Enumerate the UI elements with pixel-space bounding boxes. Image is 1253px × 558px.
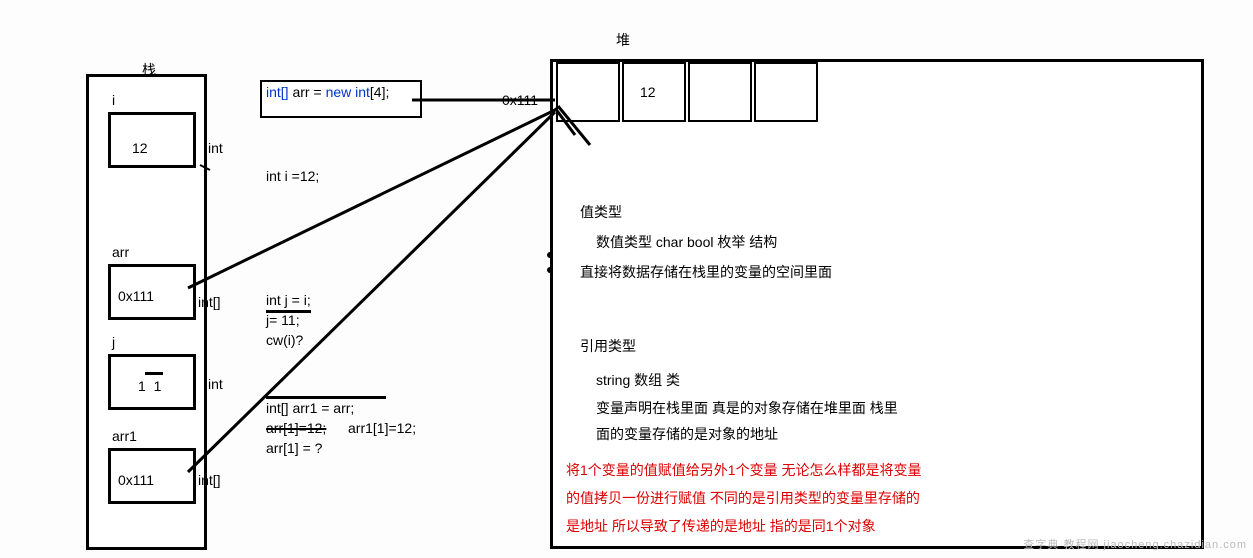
var-arr1-name: arr1	[112, 428, 137, 444]
var-i-type: int	[208, 140, 223, 156]
var-arr-value: 0x111	[118, 288, 154, 304]
var-i-cell	[108, 112, 196, 168]
heap-address-label: 0x111	[502, 92, 538, 108]
txt-red-2: 的值拷贝一份进行赋值 不同的是引用类型的变量里存储的	[566, 488, 920, 508]
code-arr1-struck: arr[1]=12;	[266, 420, 326, 436]
var-j-strike	[145, 372, 163, 375]
var-j-name: j	[112, 334, 115, 350]
txt-red-1: 将1个变量的值赋值给另外1个变量 无论怎么样都是将变量	[566, 460, 921, 480]
code-new: new int	[326, 84, 370, 100]
txt-ref-header: 引用类型	[580, 336, 636, 356]
code-box-arr-decl: int[] arr = new int[4];	[260, 80, 422, 118]
var-j-value: 1 1	[138, 378, 161, 394]
code-kw-intarr: int[]	[266, 84, 289, 100]
heap-title-label: 堆	[616, 30, 630, 50]
code-j11: j= 11;	[266, 312, 300, 328]
var-i-value: 12	[132, 140, 148, 156]
txt-ref-line1: string 数组 类	[596, 370, 680, 390]
code-eq: =	[313, 84, 321, 100]
var-arr-name: arr	[112, 244, 129, 260]
txt-value-line2: 直接将数据存储在栈里的变量的空间里面	[580, 262, 832, 282]
code-arr-name: arr	[292, 84, 309, 100]
code-arr1-decl: int[] arr1 = arr;	[266, 400, 354, 416]
txt-red-3: 是地址 所以导致了传递的是地址 指的是同1个对象	[566, 516, 876, 536]
txt-value-line1: 数值类型 char bool 枚举 结构	[596, 232, 777, 252]
var-arr1-type: int[]	[198, 472, 221, 488]
var-j-type: int	[208, 376, 223, 392]
txt-ref-line2: 变量声明在栈里面 真是的对象存储在堆里面 栈里	[596, 398, 898, 418]
heap-cell-3	[754, 62, 818, 122]
heap-cell-0	[556, 62, 620, 122]
code-cwi: cw(i)?	[266, 332, 303, 348]
heap-cell-1-value: 12	[640, 84, 656, 100]
var-i-name: i	[112, 92, 115, 108]
txt-ref-line3: 面的变量存储的是对象的地址	[596, 424, 778, 444]
var-arr1-value: 0x111	[118, 472, 154, 488]
txt-value-header: 值类型	[580, 202, 622, 222]
heap-cell-2	[688, 62, 752, 122]
code-int-j-struck: int j = i;	[266, 292, 311, 313]
code-bracket: [4];	[370, 84, 389, 100]
code-arr1-assign: arr1[1]=12;	[348, 420, 416, 436]
var-arr-type: int[]	[198, 294, 221, 310]
code-int-i: int i =12;	[266, 168, 319, 184]
code-arr1-overline	[266, 396, 386, 399]
watermark-text: 查字典 教程网 jiaocheng.chazidian.com	[1023, 536, 1247, 552]
code-arr1-q: arr[1] = ?	[266, 440, 322, 456]
